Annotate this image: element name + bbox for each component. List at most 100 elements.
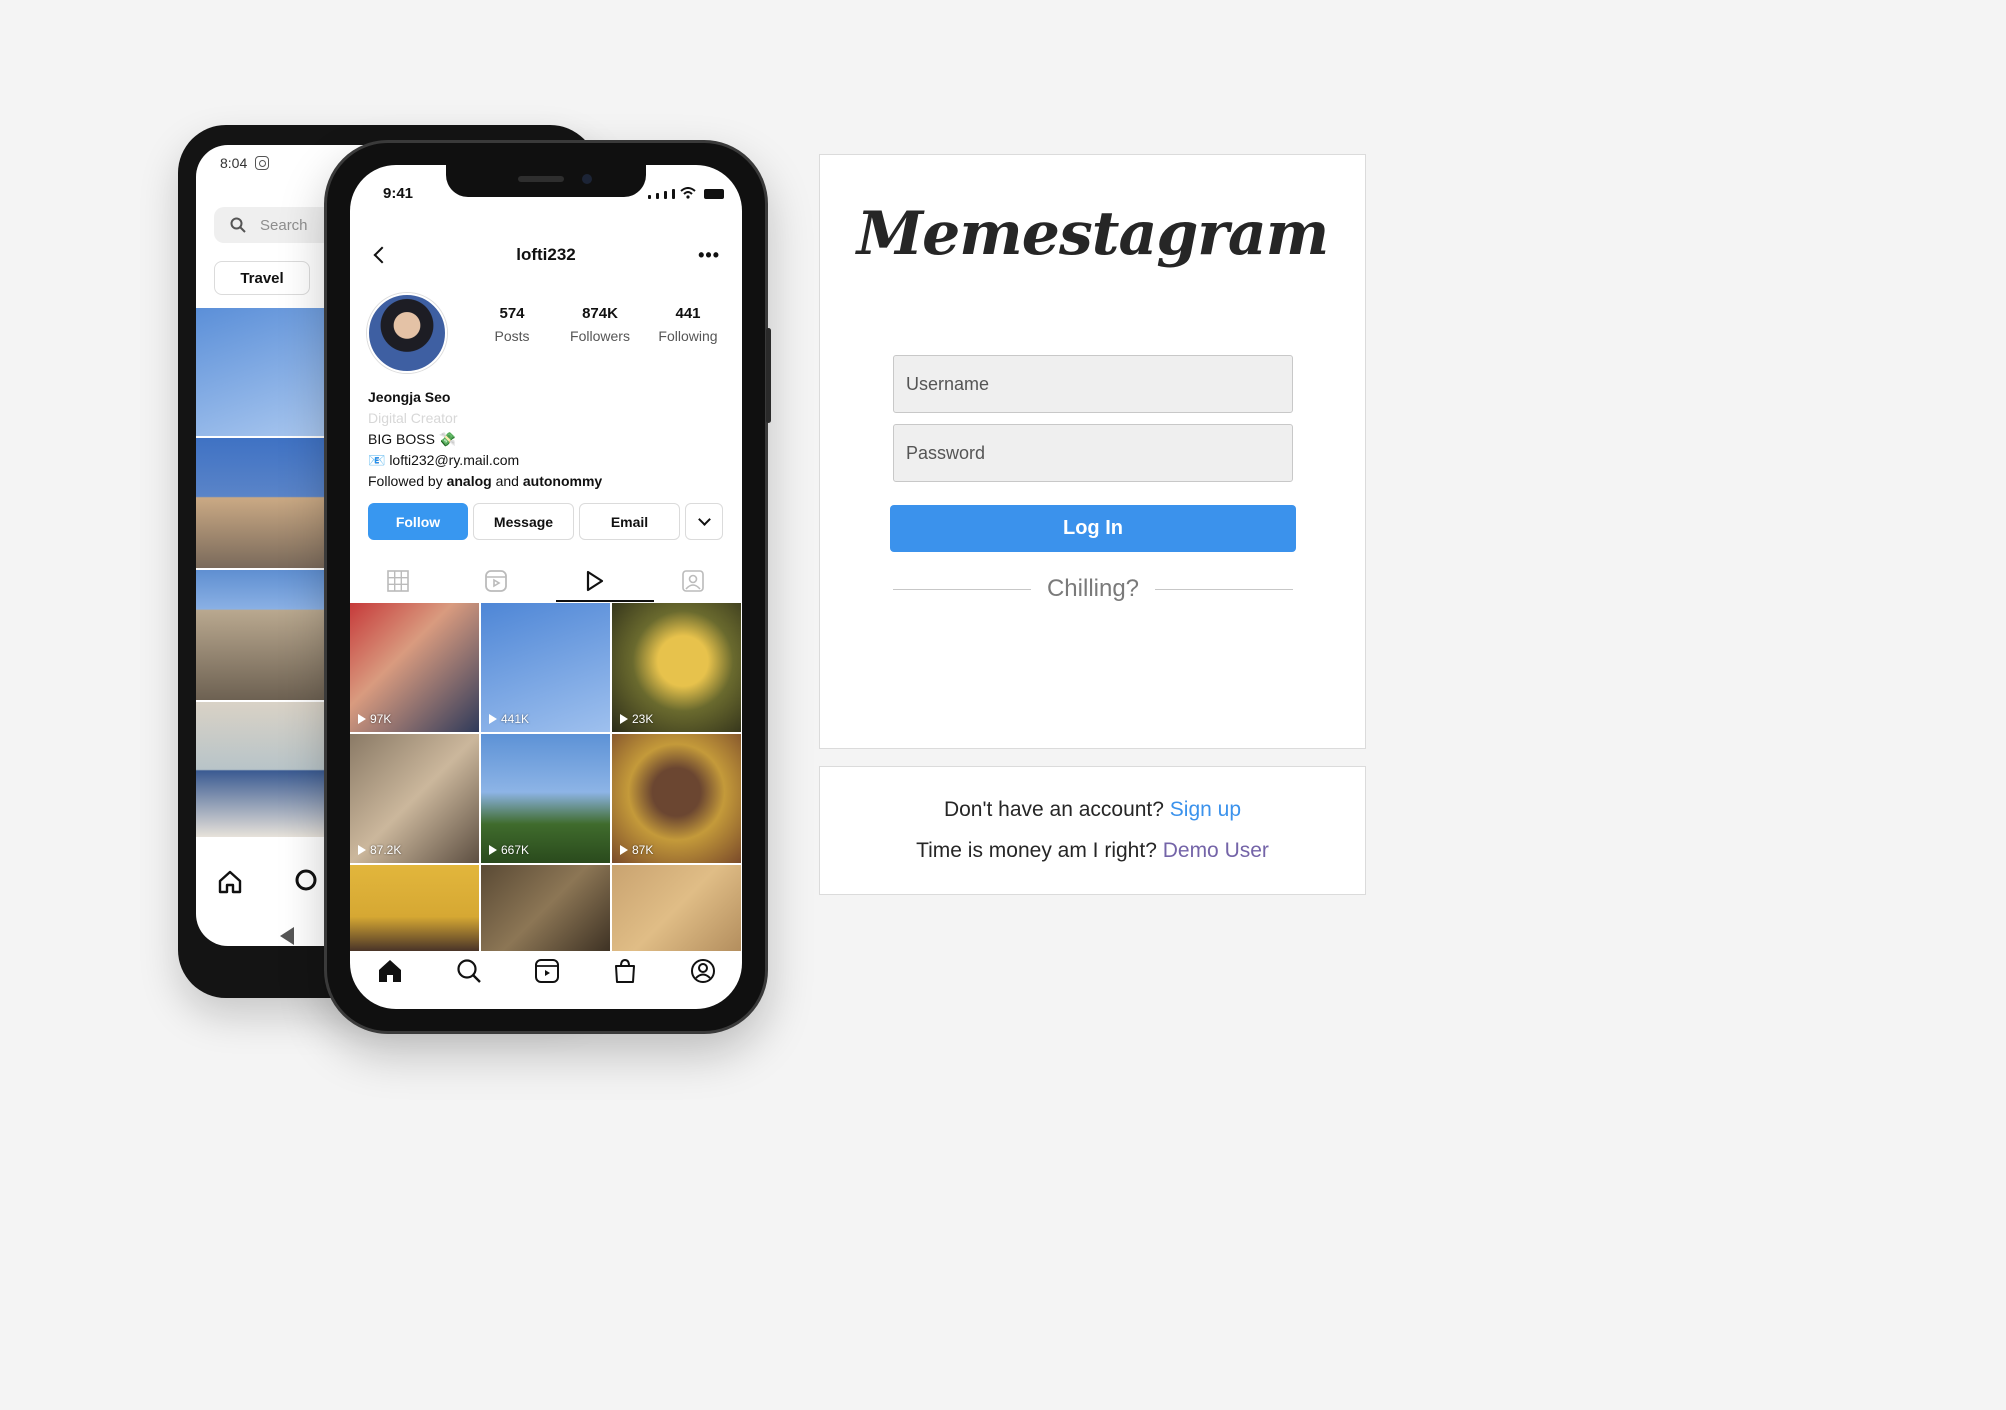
- explore-photo-woman: [196, 702, 326, 837]
- play-icon: [489, 714, 497, 724]
- home-icon: [379, 960, 401, 982]
- chevron-down-icon: [697, 513, 711, 526]
- password-input[interactable]: [893, 424, 1293, 482]
- play-icon: [620, 714, 628, 724]
- view-count: 87K: [620, 843, 653, 857]
- phone-side-button: [766, 328, 771, 423]
- profile-avatar: [367, 293, 447, 373]
- signup-card: Don't have an account? Sign up Time is m…: [819, 766, 1366, 895]
- view-count-text: 87K: [632, 843, 654, 857]
- play-icon: [358, 714, 366, 724]
- view-count: 23K: [620, 712, 653, 726]
- back-status-time: 8:04: [220, 155, 248, 171]
- front-bottom-nav: [350, 951, 742, 991]
- view-count-text: 23K: [632, 712, 654, 726]
- stat-following: 441 Following: [644, 305, 732, 344]
- reels-icon: [535, 959, 559, 983]
- view-count-text: 441K: [501, 712, 530, 726]
- followed-account-b: autonommy: [522, 473, 603, 489]
- grid-video-mushrooms: 23K: [612, 603, 741, 732]
- grid-tab-icon: [387, 570, 410, 592]
- view-count-text: 87.2K: [370, 843, 402, 857]
- phone-notch: [446, 165, 646, 197]
- followed-mid: and: [491, 473, 523, 489]
- bio-name: Jeongja Seo: [368, 389, 451, 405]
- stat-followers: 874K Followers: [556, 305, 644, 344]
- grid-video-hand: 441K: [481, 603, 610, 732]
- search-icon: [230, 217, 246, 233]
- play-icon: [489, 845, 497, 855]
- active-tab-indicator: [556, 600, 654, 602]
- back-status-bar: 8:04: [220, 155, 270, 171]
- profile-action-buttons: Follow Message Email: [368, 503, 723, 540]
- profile-video-grid: 97K 441K 23K 87.2K 667K 87K: [350, 603, 742, 951]
- explore-photo-group: [196, 438, 326, 568]
- bio-line: BIG BOSS 💸: [368, 431, 457, 447]
- home-outline-icon: [218, 870, 242, 894]
- demo-line: Time is money am I right? Demo User: [820, 839, 1365, 863]
- stat-value: 874K: [582, 305, 618, 322]
- profile-stats: 574 Posts 874K Followers 441 Following: [468, 305, 732, 344]
- signup-link[interactable]: Sign up: [1170, 798, 1241, 821]
- login-button[interactable]: Log In: [890, 505, 1296, 552]
- explore-photo-hand: [196, 308, 326, 436]
- status-icons: [648, 187, 724, 199]
- grid-video-trees: 667K: [481, 734, 610, 863]
- divider-line-left: [893, 588, 1031, 590]
- profile-icon: [691, 959, 715, 983]
- front-phone-screen: 9:41 lofti232 ••• 574 Posts 874K Followe…: [350, 165, 742, 1009]
- reels-tab-icon: [484, 570, 507, 592]
- stat-posts: 574 Posts: [468, 305, 556, 344]
- signup-prompt: Don't have an account?: [943, 798, 1170, 821]
- shop-icon: [615, 958, 635, 983]
- email-button: Email: [579, 503, 680, 540]
- view-count: 667K: [489, 843, 529, 857]
- bio-email: 📧 lofti232@ry.mail.com: [368, 452, 520, 468]
- demo-prompt: Time is money am I right?: [916, 839, 1163, 862]
- grid-video-yellow-wall: [350, 865, 479, 951]
- login-card: Memestagram Log In Chilling?: [819, 154, 1366, 749]
- view-count-text: 667K: [501, 843, 530, 857]
- divider-text: Chilling?: [1046, 575, 1140, 602]
- travel-chip: Travel: [214, 261, 310, 295]
- back-bottom-nav: [216, 868, 322, 896]
- search-icon: [457, 959, 481, 983]
- username-input[interactable]: [893, 355, 1293, 413]
- view-count: 97K: [358, 712, 391, 726]
- tagged-tab-icon: [681, 570, 704, 592]
- profile-header: lofti232 •••: [350, 245, 742, 275]
- front-phone-mockup: 9:41 lofti232 ••• 574 Posts 874K Followe…: [324, 140, 771, 1034]
- divider: Chilling?: [893, 575, 1293, 603]
- grid-video-friends: 97K: [350, 603, 479, 732]
- demo-user-link[interactable]: Demo User: [1163, 839, 1269, 862]
- android-back-icon: [280, 927, 294, 945]
- instagram-icon: [255, 156, 270, 170]
- suggestions-dropdown-button: [685, 503, 723, 540]
- view-count-text: 97K: [370, 712, 392, 726]
- grid-video-portrait: 87K: [612, 734, 741, 863]
- wifi-icon: [680, 187, 696, 199]
- signup-line: Don't have an account? Sign up: [820, 798, 1365, 822]
- bio-category: Digital Creator: [368, 410, 458, 426]
- video-tab-icon: [587, 570, 604, 592]
- play-icon: [620, 845, 628, 855]
- stat-label: Followers: [570, 328, 630, 344]
- battery-icon: [704, 189, 724, 199]
- signal-icon: [648, 195, 651, 199]
- search-outline-icon: [295, 869, 317, 891]
- profile-username: lofti232: [516, 245, 576, 264]
- stat-value: 441: [675, 305, 701, 322]
- front-status-time: 9:41: [383, 185, 414, 202]
- memestagram-logo: Memestagram: [856, 199, 1330, 269]
- grid-video-couple: 87.2K: [350, 734, 479, 863]
- followed-prefix: Followed by: [368, 473, 447, 489]
- followed-account-a: analog: [446, 473, 492, 489]
- message-button: Message: [473, 503, 574, 540]
- more-options-icon: •••: [698, 245, 720, 265]
- follow-button: Follow: [368, 503, 468, 540]
- profile-bio: Jeongja Seo Digital Creator BIG BOSS 💸 📧…: [368, 387, 602, 492]
- stat-value: 574: [499, 305, 525, 322]
- view-count: 441K: [489, 712, 529, 726]
- grid-video-texture: [481, 865, 610, 951]
- back-search-placeholder: Search: [260, 216, 308, 234]
